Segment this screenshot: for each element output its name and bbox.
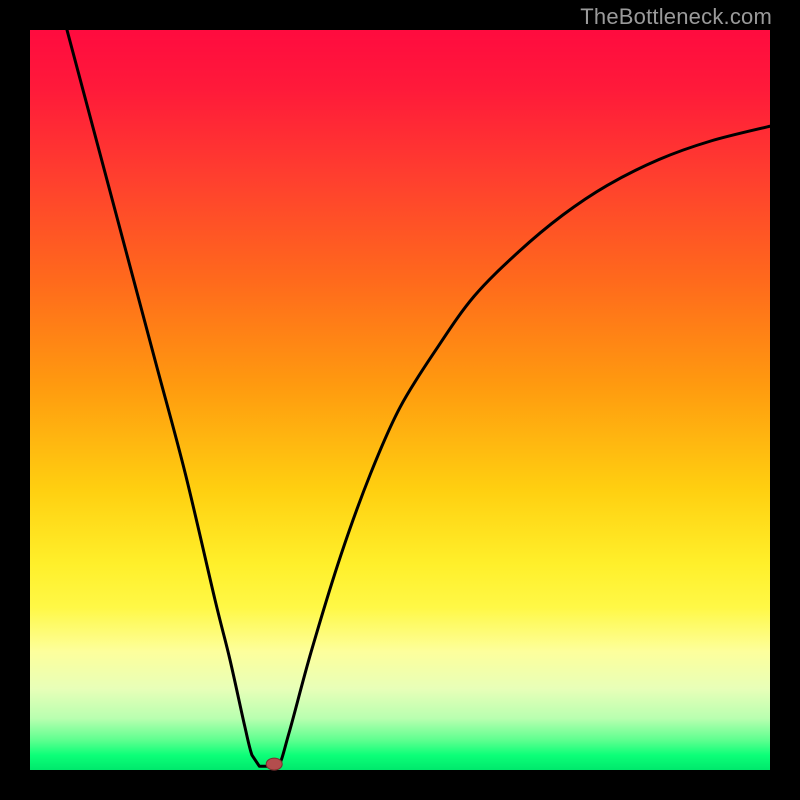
plot-area (30, 30, 770, 770)
chart-svg (30, 30, 770, 770)
bottleneck-curve (67, 30, 770, 766)
chart-frame: TheBottleneck.com (0, 0, 800, 800)
watermark-text: TheBottleneck.com (580, 4, 772, 30)
min-marker (266, 758, 282, 770)
